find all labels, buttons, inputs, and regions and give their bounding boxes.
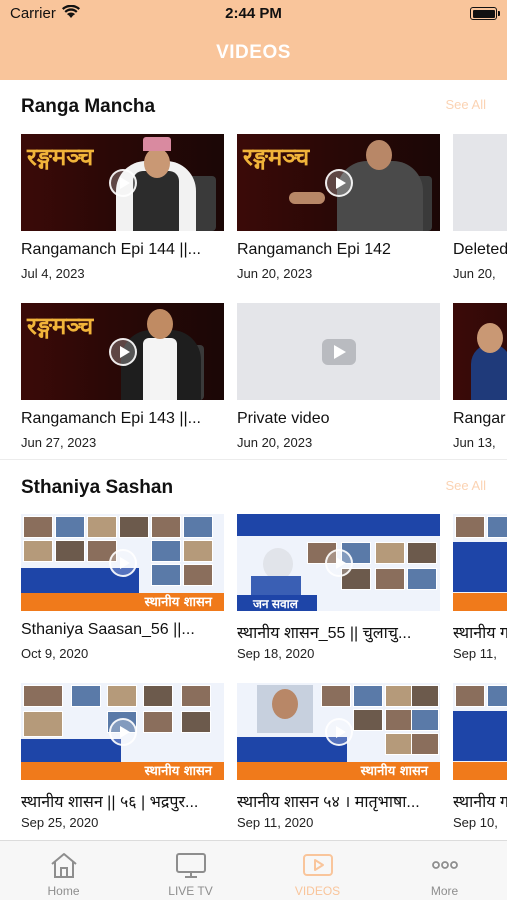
play-icon: [321, 338, 356, 365]
page-title: VIDEOS: [216, 42, 291, 63]
video-title: Rangamanch Epi 144 ||...: [21, 241, 201, 258]
video-date: Oct 9, 2020: [21, 646, 89, 661]
tab-label: Home: [47, 884, 80, 898]
battery-icon: [470, 7, 500, 20]
video-title: स्थानीय शासन || ५६ | भद्रपुर...: [21, 794, 199, 811]
video-card[interactable]: रङ्गमञ्च Rangamanch Epi 142 Jun 20, 2023: [237, 134, 440, 281]
tab-bar: Home LIVE TV VIDEOS More: [0, 840, 507, 900]
video-title: स्थानीय शासन ५४ । मातृभाषा...: [237, 794, 420, 811]
video-card[interactable]: स्थानीय शासन स्थानीय शासन || ५६ | भद्रपु…: [21, 683, 224, 830]
video-card[interactable]: रङ्गमञ्च Rangamanch Epi 144 ||... Jul 4,…: [21, 134, 224, 281]
play-icon: [324, 168, 353, 197]
video-title: स्थानीय शासन_55 || चुलाचु...: [237, 625, 412, 642]
tab-label: VIDEOS: [294, 884, 341, 898]
video-date: Jun 13,: [453, 435, 496, 450]
video-date: Sep 25, 2020: [21, 815, 99, 830]
tab-label: More: [430, 884, 459, 898]
video-thumbnail: स्थानीय शासन: [21, 683, 224, 780]
thumbnail-banner-text: स्थानीय शासन: [144, 764, 212, 779]
tab-videos[interactable]: VIDEOS: [254, 841, 381, 900]
status-bar: Carrier 2:44 PM: [0, 0, 507, 28]
video-card[interactable]: स्थानीय शासन स्थानीय शासन ५४ । मातृभाषा.…: [237, 683, 440, 830]
video-card[interactable]: रङ्गमञ्च Rangamanch Epi 143 ||... Jun 27…: [21, 303, 224, 450]
video-date: Sep 11,: [453, 646, 497, 661]
play-icon: [324, 717, 353, 746]
more-icon: [431, 861, 458, 869]
section-sthaniya-sashan: Sthaniya Sashan See All स्थानीय शासन Sth…: [0, 460, 507, 840]
video-title: Rangamanch Epi 143 ||...: [21, 410, 201, 427]
video-title: Private video: [237, 410, 330, 427]
video-title: Rangamanch Epi 142: [237, 241, 391, 258]
tv-icon: [175, 853, 206, 878]
tab-more[interactable]: More: [381, 841, 507, 900]
play-icon: [324, 548, 353, 577]
see-all-button[interactable]: See All: [446, 97, 486, 112]
video-card[interactable]: Rangar Jun 13,: [453, 303, 507, 450]
video-title: स्थानीय ग: [453, 625, 507, 642]
tab-live-tv[interactable]: LIVE TV: [127, 841, 254, 900]
video-date: Jul 4, 2023: [21, 266, 85, 281]
thumbnail-banner: स्थानीय शासन: [21, 593, 224, 611]
video-thumbnail: [453, 683, 507, 780]
video-card[interactable]: स्थानीय शासन Sthaniya Saasan_56 ||... Oc…: [21, 514, 224, 661]
play-icon: [108, 717, 137, 746]
video-thumbnail: [453, 134, 507, 231]
home-icon: [50, 853, 77, 878]
play-icon: [108, 168, 137, 197]
video-title: स्थानीय ग: [453, 794, 507, 811]
video-thumbnail: रङ्गमञ्च: [237, 134, 440, 231]
thumbnail-banner-text: स्थानीय शासन: [360, 764, 428, 779]
video-date: Sep 11, 2020: [237, 815, 314, 830]
video-card[interactable]: जन सवाल स्थानीय शासन_55 || चुलाचु... Sep…: [237, 514, 440, 661]
video-card[interactable]: Private video Jun 20, 2023: [237, 303, 440, 450]
thumbnail-banner-text: स्थानीय शासन: [144, 595, 212, 610]
status-time: 2:44 PM: [225, 5, 282, 22]
video-date: Jun 20, 2023: [237, 435, 313, 450]
video-thumbnail: रङ्गमञ्च: [21, 303, 224, 400]
video-date: Sep 10,: [453, 815, 498, 830]
app-screen: Carrier 2:44 PM VIDEOS Ranga Mancha See …: [0, 0, 507, 900]
video-date: Jun 20,: [453, 266, 496, 281]
section-ranga-mancha: Ranga Mancha See All रङ्गमञ्च Rangamanch…: [0, 80, 507, 460]
tab-label: LIVE TV: [168, 884, 213, 898]
video-thumbnail: स्थानीय शासन: [21, 514, 224, 611]
header: Carrier 2:44 PM VIDEOS: [0, 0, 507, 80]
thumbnail-banner: स्थानीय शासन: [237, 762, 440, 780]
thumbnail-banner: स्थानीय शासन: [21, 762, 224, 780]
video-thumbnail: स्थानीय शासन: [237, 683, 440, 780]
video-thumbnail: [453, 514, 507, 611]
video-date: Sep 18, 2020: [237, 646, 315, 661]
video-thumbnail: रङ्गमञ्च: [21, 134, 224, 231]
section-title: Ranga Mancha: [21, 96, 156, 117]
section-title: Sthaniya Sashan: [21, 477, 174, 498]
video-thumbnail: [453, 303, 507, 400]
video-date: Jun 27, 2023: [21, 435, 97, 450]
video-card[interactable]: Deleted Jun 20,: [453, 134, 507, 281]
see-all-button[interactable]: See All: [446, 478, 486, 493]
thumbnail-banner-text: जन सवाल: [253, 597, 298, 611]
video-title: Deleted: [453, 241, 507, 258]
play-icon: [108, 337, 137, 366]
video-title: Rangar: [453, 410, 506, 427]
video-icon: [302, 854, 333, 876]
video-card[interactable]: स्थानीय ग Sep 11,: [453, 514, 507, 661]
video-thumbnail: [237, 303, 440, 400]
thumbnail-logo-text: रङ्गमञ्च: [27, 142, 94, 171]
video-title: Sthaniya Saasan_56 ||...: [21, 621, 195, 638]
tab-home[interactable]: Home: [0, 841, 127, 900]
thumbnail-logo-text: रङ्गमञ्च: [243, 142, 310, 171]
play-icon: [108, 548, 137, 577]
thumbnail-logo-text: रङ्गमञ्च: [27, 311, 94, 340]
video-date: Jun 20, 2023: [237, 266, 313, 281]
video-card[interactable]: स्थानीय ग Sep 10,: [453, 683, 507, 830]
video-thumbnail: जन सवाल: [237, 514, 440, 611]
